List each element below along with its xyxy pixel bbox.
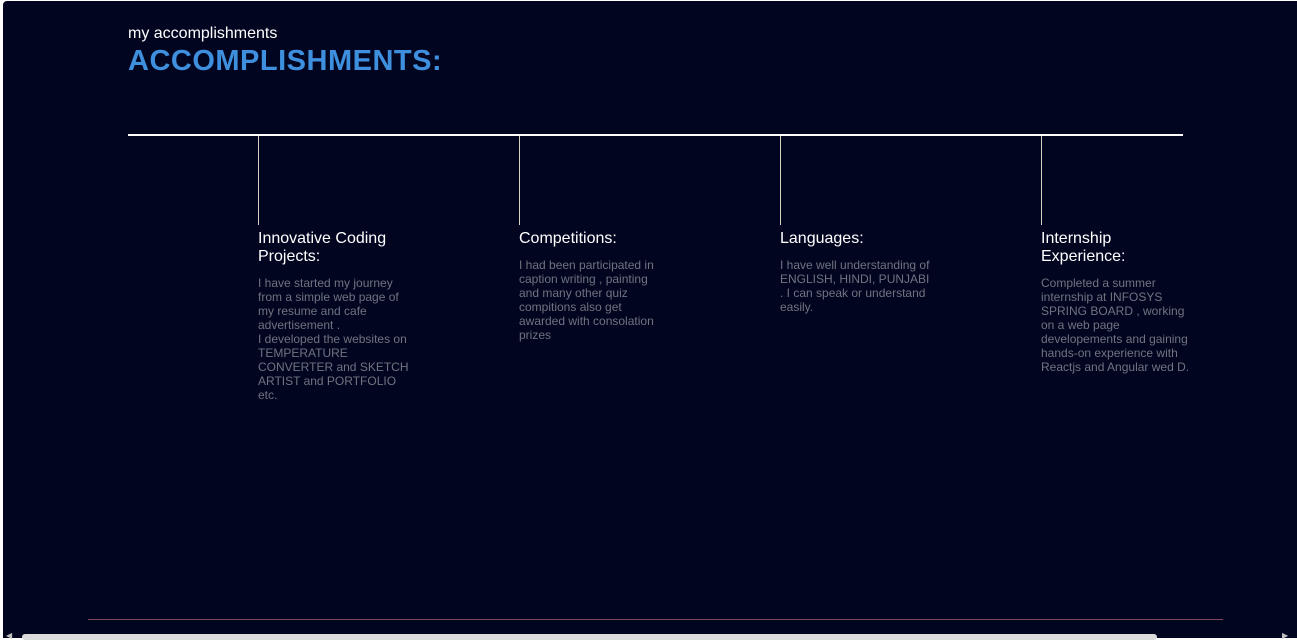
timeline-connector bbox=[780, 136, 781, 225]
accomplishments-section: my accomplishments ACCOMPLISHMENTS: Inno… bbox=[3, 1, 1297, 638]
section-subtitle: my accomplishments bbox=[128, 25, 278, 42]
card-text-competitions: I had been participated in caption writi… bbox=[519, 258, 654, 342]
timeline-connector bbox=[519, 136, 520, 225]
section-title: ACCOMPLISHMENTS: bbox=[128, 45, 443, 77]
horizontal-scrollbar[interactable] bbox=[22, 634, 1157, 640]
card-title-competitions: Competitions: bbox=[519, 230, 617, 247]
card-title-coding-projects: Innovative Coding Projects: bbox=[258, 230, 387, 265]
card-text-internship: Completed a summer internship at INFOSYS… bbox=[1041, 276, 1190, 374]
card-title-languages: Languages: bbox=[780, 230, 864, 247]
timeline-connector bbox=[1041, 136, 1042, 225]
card-text-languages: I have well understanding of ENGLISH, HI… bbox=[780, 258, 930, 314]
scroll-right-arrow-icon[interactable]: ▶ bbox=[1282, 632, 1292, 640]
card-text-coding-projects: I have started my journey from a simple … bbox=[258, 276, 409, 402]
footer-divider bbox=[88, 619, 1223, 620]
card-title-internship: Internship Experience: bbox=[1041, 230, 1126, 265]
timeline-connector bbox=[258, 136, 259, 225]
timeline-line bbox=[128, 134, 1183, 136]
scroll-left-arrow-icon[interactable]: ◀ bbox=[6, 632, 16, 640]
